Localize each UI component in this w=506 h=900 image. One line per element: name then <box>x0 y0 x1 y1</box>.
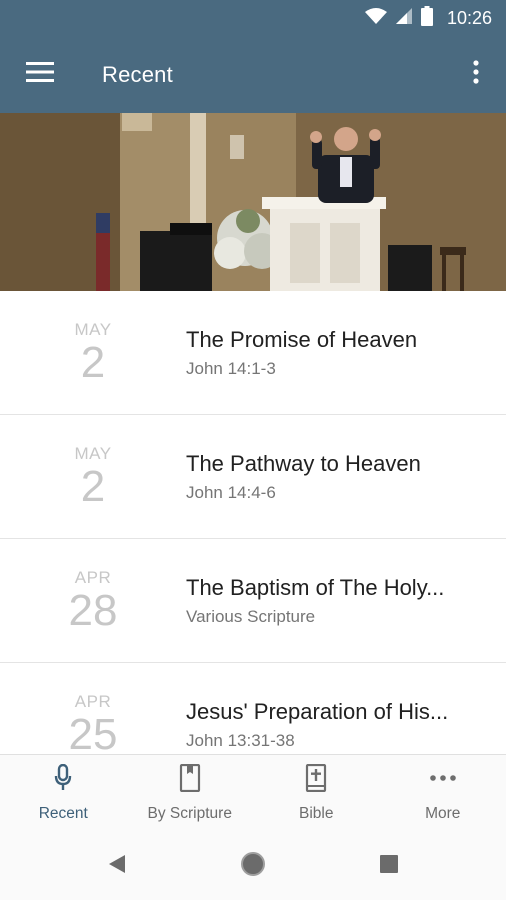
back-icon <box>108 854 126 879</box>
sermon-scripture: Various Scripture <box>186 606 316 626</box>
more-vertical-icon <box>473 60 479 89</box>
date-month: APR <box>74 567 112 587</box>
date-day: 25 <box>68 709 118 754</box>
wifi-icon <box>364 7 387 30</box>
tab-by-scripture[interactable]: By Scripture <box>127 755 254 832</box>
back-button[interactable] <box>97 846 137 886</box>
date-month: APR <box>74 691 112 711</box>
date-month: MAY <box>74 319 112 339</box>
sermon-date: MAY 2 <box>0 444 186 510</box>
microphone-icon <box>54 763 72 797</box>
sermon-date: APR 28 <box>0 568 186 634</box>
tab-by-scripture-label: By Scripture <box>147 805 232 822</box>
date-day: 2 <box>80 337 106 387</box>
sermon-title: The Baptism of The Holy... <box>186 574 445 600</box>
sermon-title: Jesus' Preparation of His... <box>186 698 449 724</box>
status-time: 10:26 <box>446 7 492 28</box>
list-item[interactable]: APR 28 The Baptism of The Holy... Variou… <box>0 539 506 663</box>
list-item[interactable]: MAY 2 The Promise of Heaven John 14:1-3 <box>0 291 506 415</box>
tab-recent-label: Recent <box>38 805 88 822</box>
overflow-menu-button[interactable] <box>446 36 506 113</box>
home-button[interactable] <box>233 846 273 886</box>
date-day: 28 <box>68 585 118 635</box>
date-day: 2 <box>80 461 106 511</box>
recents-button[interactable] <box>369 846 409 886</box>
list-item[interactable]: MAY 2 The Pathway to Heaven John 14:4-6 <box>0 415 506 539</box>
page-title: Recent <box>102 61 173 87</box>
bottom-nav: Recent By Scripture Bible More <box>0 754 506 832</box>
tab-bible-label: Bible <box>299 805 334 822</box>
list-item[interactable]: APR 25 Jesus' Preparation of His... John… <box>0 663 506 754</box>
hero-image <box>0 113 506 291</box>
sermon-title: The Pathway to Heaven <box>186 450 421 476</box>
bible-icon <box>305 763 327 797</box>
hamburger-menu-icon <box>26 62 54 87</box>
cell-signal-icon <box>395 7 413 30</box>
home-icon <box>239 850 267 883</box>
status-bar: 10:26 <box>0 0 506 36</box>
book-icon <box>179 763 201 797</box>
sermon-scripture: John 14:1-3 <box>186 358 276 378</box>
sermon-title: The Promise of Heaven <box>186 326 418 352</box>
menu-button[interactable] <box>0 36 80 113</box>
tab-more-label: More <box>425 805 461 822</box>
more-horizontal-icon <box>429 764 457 797</box>
sermon-date: MAY 2 <box>0 320 186 386</box>
date-month: MAY <box>74 443 112 463</box>
tab-recent[interactable]: Recent <box>0 755 127 832</box>
sermon-scripture: John 14:4-6 <box>186 482 276 502</box>
sermon-date: APR 25 <box>0 692 186 755</box>
sermon-scripture: John 13:31-38 <box>186 730 295 750</box>
tab-more[interactable]: More <box>380 755 506 832</box>
battery-icon <box>420 5 433 31</box>
sermon-list: MAY 2 The Promise of Heaven John 14:1-3 … <box>0 291 506 754</box>
recents-icon <box>379 854 399 879</box>
app-bar: Recent <box>0 36 506 113</box>
tab-bible[interactable]: Bible <box>253 755 380 832</box>
system-nav-bar <box>0 832 506 900</box>
